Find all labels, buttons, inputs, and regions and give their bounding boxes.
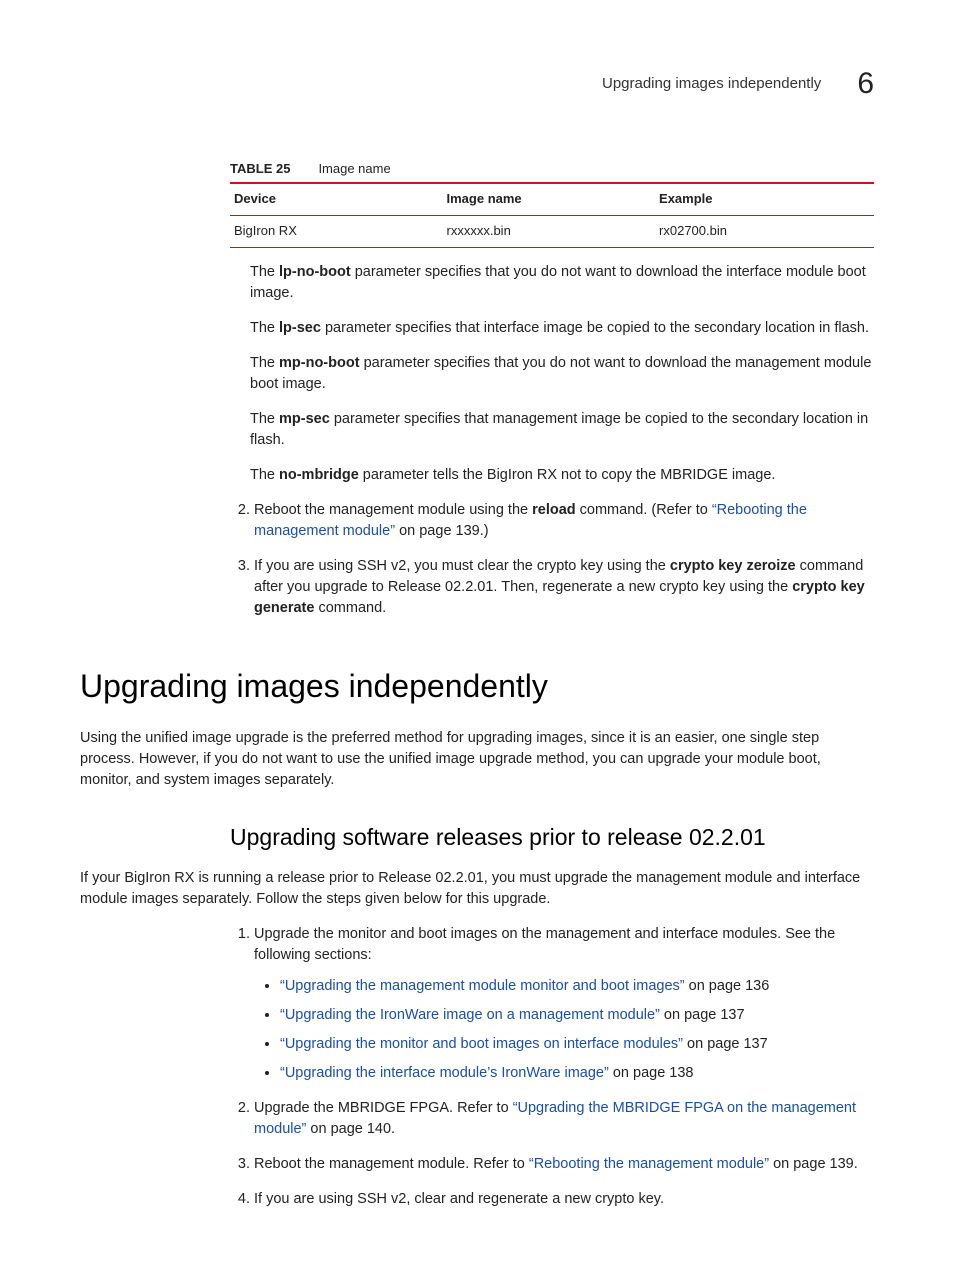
list-item: “Upgrading the monitor and boot images o… xyxy=(280,1034,874,1055)
link-upgrade-ironware-mgmt[interactable]: “Upgrading the IronWare image on a manag… xyxy=(280,1007,660,1023)
cell-image-name: rxxxxxx.bin xyxy=(443,216,656,248)
section-intro: Using the unified image upgrade is the p… xyxy=(80,728,874,791)
upgrade-step-4: If you are using SSH v2, clear and regen… xyxy=(254,1189,874,1210)
cell-device: BigIron RX xyxy=(230,216,443,248)
image-name-table: Device Image name Example BigIron RX rxx… xyxy=(230,182,874,248)
upgrade-steps: Upgrade the monitor and boot images on t… xyxy=(230,924,874,1210)
subsection-heading: Upgrading software releases prior to rel… xyxy=(230,821,874,854)
link-rebooting-mgmt-module-2[interactable]: “Rebooting the management module” xyxy=(529,1156,769,1172)
table-number: TABLE 25 xyxy=(230,161,290,176)
param-lp-no-boot: The lp-no-boot parameter specifies that … xyxy=(250,262,874,304)
upgrade-step-1: Upgrade the monitor and boot images on t… xyxy=(254,924,874,1084)
chapter-number: 6 xyxy=(857,62,874,106)
step-2: Reboot the management module using the r… xyxy=(254,500,874,542)
table-row: BigIron RX rxxxxxx.bin rx02700.bin xyxy=(230,216,874,248)
param-lp-sec: The lp-sec parameter specifies that inte… xyxy=(250,318,874,339)
col-device: Device xyxy=(230,183,443,215)
section-heading: Upgrading images independently xyxy=(80,663,874,709)
link-upgrade-interface-monitor-boot[interactable]: “Upgrading the monitor and boot images o… xyxy=(280,1036,683,1052)
table-caption: TABLE 25 Image name xyxy=(230,160,874,179)
col-example: Example xyxy=(655,183,874,215)
col-image-name: Image name xyxy=(443,183,656,215)
running-title: Upgrading images independently xyxy=(602,73,821,95)
param-mp-no-boot: The mp-no-boot parameter specifies that … xyxy=(250,353,874,395)
subsection-intro: If your BigIron RX is running a release … xyxy=(80,868,874,910)
list-item: “Upgrading the interface module’s IronWa… xyxy=(280,1063,874,1084)
step-3: If you are using SSH v2, you must clear … xyxy=(254,556,874,619)
list-item: “Upgrading the management module monitor… xyxy=(280,976,874,997)
cell-example: rx02700.bin xyxy=(655,216,874,248)
upgrade-step-3: Reboot the management module. Refer to “… xyxy=(254,1154,874,1175)
table-header-row: Device Image name Example xyxy=(230,183,874,215)
param-mp-sec: The mp-sec parameter specifies that mana… xyxy=(250,409,874,451)
steps-continued: Reboot the management module using the r… xyxy=(230,500,874,619)
upgrade-step-2: Upgrade the MBRIDGE FPGA. Refer to “Upgr… xyxy=(254,1098,874,1140)
table-title: Image name xyxy=(318,161,390,176)
related-links-list: “Upgrading the management module monitor… xyxy=(280,976,874,1084)
link-upgrade-interface-ironware[interactable]: “Upgrading the interface module’s IronWa… xyxy=(280,1065,609,1081)
param-no-mbridge: The no-mbridge parameter tells the BigIr… xyxy=(250,465,874,486)
running-header: Upgrading images independently 6 xyxy=(80,62,874,106)
link-upgrade-mgmt-monitor-boot[interactable]: “Upgrading the management module monitor… xyxy=(280,978,685,994)
list-item: “Upgrading the IronWare image on a manag… xyxy=(280,1005,874,1026)
